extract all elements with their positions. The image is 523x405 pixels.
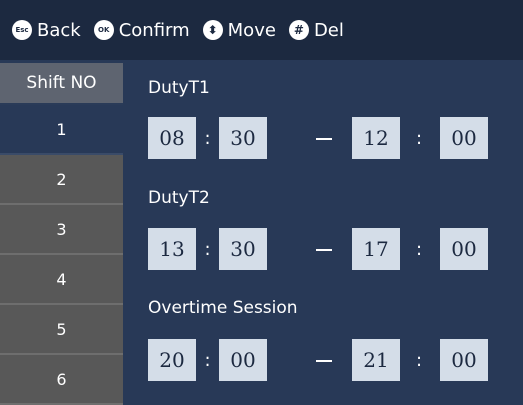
shift-item-5[interactable]: 5 [0, 305, 123, 355]
overtime-session-label: Overtime Session [148, 298, 298, 318]
up-down-arrow-icon: ⬍ [202, 20, 223, 40]
colon-separator: : [204, 238, 211, 260]
key-hint-bar: Esc Back OK Confirm ⬍ Move # Del [0, 0, 523, 60]
colon-separator: : [415, 349, 423, 371]
move-hint[interactable]: ⬍ Move [202, 19, 276, 41]
overtime-session-row: 20 : 00 21 : 00 [148, 339, 510, 381]
shift-sidebar: Shift NO 1 2 3 4 5 6 [0, 63, 123, 405]
range-dash [316, 138, 332, 140]
move-label: Move [227, 19, 276, 41]
shift-item-6[interactable]: 6 [0, 355, 123, 405]
esc-key-icon: Esc [12, 20, 32, 40]
shift-item-3[interactable]: 3 [0, 205, 123, 255]
duty-t2-start-hour[interactable]: 13 [148, 228, 196, 270]
colon-separator: : [415, 238, 423, 260]
del-label: Del [313, 19, 344, 41]
duty-t1-start-hour[interactable]: 08 [148, 117, 196, 159]
overtime-end-minute[interactable]: 00 [440, 339, 488, 381]
duty-t1-label: DutyT1 [148, 78, 210, 98]
shift-item-1[interactable]: 1 [0, 105, 123, 155]
hash-key-icon: # [288, 20, 309, 40]
colon-separator: : [415, 127, 423, 149]
overtime-end-hour[interactable]: 21 [352, 339, 400, 381]
confirm-hint[interactable]: OK Confirm [93, 19, 190, 41]
del-hint[interactable]: # Del [288, 19, 344, 41]
overtime-start-minute[interactable]: 00 [219, 339, 267, 381]
confirm-label: Confirm [118, 19, 190, 41]
back-hint[interactable]: Esc Back [12, 20, 81, 41]
back-label: Back [37, 19, 81, 41]
duty-t2-row: 13 : 30 17 : 00 [148, 228, 510, 270]
shift-item-4[interactable]: 4 [0, 255, 123, 305]
duty-t2-end-hour[interactable]: 17 [352, 228, 400, 270]
duty-t1-end-minute[interactable]: 00 [440, 117, 488, 159]
duty-t2-label: DutyT2 [148, 188, 210, 208]
colon-separator: : [204, 349, 211, 371]
duty-t1-end-hour[interactable]: 12 [352, 117, 400, 159]
range-dash [316, 360, 332, 362]
duty-t1-row: 08 : 30 12 : 00 [148, 117, 510, 159]
duty-t2-end-minute[interactable]: 00 [440, 228, 488, 270]
ok-key-icon: OK [93, 20, 114, 40]
range-dash [316, 249, 332, 251]
shift-item-2[interactable]: 2 [0, 155, 123, 205]
shift-header: Shift NO [0, 63, 123, 105]
duty-t1-start-minute[interactable]: 30 [219, 117, 267, 159]
duty-t2-start-minute[interactable]: 30 [219, 228, 267, 270]
overtime-start-hour[interactable]: 20 [148, 339, 196, 381]
colon-separator: : [204, 127, 211, 149]
